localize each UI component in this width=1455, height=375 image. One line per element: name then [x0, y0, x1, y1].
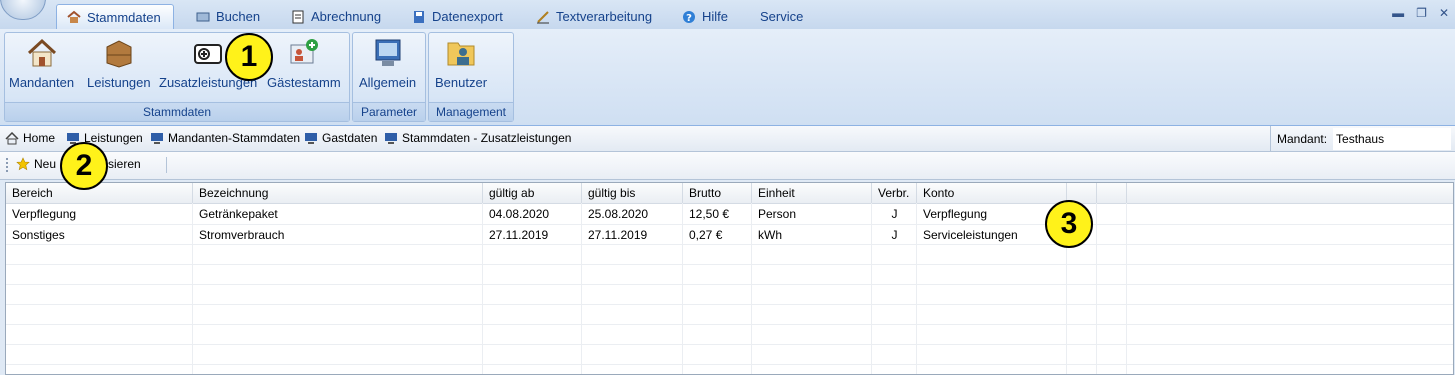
- cell-brutto: 0,27 €: [689, 228, 723, 242]
- cell-gueltig-ab: 04.08.2020: [489, 207, 550, 221]
- tab-stammdaten[interactable]: Stammdaten: [56, 4, 174, 29]
- cell-einheit: kWh: [758, 228, 782, 242]
- cell-bezeichnung: Stromverbrauch: [199, 228, 285, 242]
- add-guest-icon: [290, 39, 318, 64]
- menu-bar: Stammdaten Buchen Abrechnung Datenexport…: [0, 0, 1455, 30]
- house-icon: [5, 131, 19, 144]
- gaestestamm-button[interactable]: Gästestamm: [267, 37, 341, 99]
- window-controls: ▬ ❐ ✕: [1392, 6, 1449, 20]
- ribbon-group-stammdaten: Mandanten Leistungen Zusatzleistungen Gä…: [4, 32, 350, 122]
- tab-label: Buchen: [216, 9, 261, 24]
- breadcrumb: Home Leistungen Mandanten-Stammdaten Gas…: [0, 126, 1455, 152]
- ribbon: Mandanten Leistungen Zusatzleistungen Gä…: [0, 29, 1455, 126]
- house-icon: [27, 38, 56, 67]
- cell-bezeichnung: Getränkepaket: [199, 207, 278, 221]
- grid-line: [6, 304, 1453, 305]
- callout-3: 3: [1045, 200, 1093, 248]
- ribbon-group-management: Benutzer Management: [428, 32, 514, 122]
- cell-gueltig-ab: 27.11.2019: [489, 228, 549, 242]
- cell-verbr: J: [891, 207, 898, 221]
- tab-datenexport[interactable]: Datenexport: [402, 5, 513, 28]
- grid-line: [6, 364, 1453, 365]
- restore-icon[interactable]: ❐: [1416, 6, 1427, 20]
- cell-einheit: Person: [758, 207, 797, 221]
- grid-line: [6, 324, 1453, 325]
- callout-1: 1: [225, 33, 273, 81]
- ribbon-group-parameter: Allgemein Parameter: [352, 32, 426, 122]
- tab-label: Textverarbeitung: [556, 9, 653, 24]
- monitor-icon: [375, 39, 401, 66]
- monitor-icon: [151, 133, 163, 144]
- leistungen-button[interactable]: Leistungen: [87, 37, 151, 99]
- tab-service[interactable]: Service: [750, 5, 813, 28]
- help-icon: ?: [683, 10, 695, 24]
- cell-brutto: 12,50 €: [689, 207, 730, 221]
- tab-hilfe[interactable]: ? Hilfe: [672, 5, 738, 28]
- new-button[interactable]: Neu: [16, 157, 56, 171]
- data-grid: Bereich Bezeichnung gültig ab gültig bis…: [5, 182, 1454, 375]
- allgemein-button[interactable]: Allgemein: [359, 37, 416, 99]
- mandant-selector: Mandant: Testhaus: [1270, 126, 1452, 151]
- table-row[interactable]: Verpflegung Getränkepaket 04.08.2020 25.…: [6, 204, 1127, 224]
- benutzer-button[interactable]: Benutzer: [435, 37, 487, 99]
- star-icon: [16, 157, 30, 171]
- column-header[interactable]: gültig ab: [483, 183, 582, 203]
- breadcrumb-item-zusatzleistungen[interactable]: Stammdaten - Zusatzleistungen: [384, 131, 571, 145]
- tab-textverarbeitung[interactable]: Textverarbeitung: [526, 5, 662, 28]
- app-menu-button[interactable]: [0, 0, 46, 20]
- tab-label: Abrechnung: [311, 9, 382, 24]
- mandanten-button[interactable]: Mandanten: [9, 37, 74, 99]
- cell-bereich: Sonstiges: [12, 228, 65, 242]
- breadcrumb-item-home[interactable]: Home: [5, 131, 55, 145]
- cell-gueltig-bis: 25.08.2020: [588, 207, 649, 221]
- column-header[interactable]: Einheit: [752, 183, 872, 203]
- user-folder-icon: [447, 42, 475, 66]
- column-header[interactable]: Verbr.: [872, 183, 917, 203]
- export-icon: [414, 10, 424, 23]
- tab-abrechnung[interactable]: Abrechnung: [281, 5, 391, 28]
- grid-line: [6, 284, 1453, 285]
- group-label: Management: [429, 102, 513, 121]
- column-header[interactable]: Konto: [917, 183, 1067, 203]
- table-row[interactable]: Sonstiges Stromverbrauch 27.11.2019 27.1…: [6, 225, 1127, 245]
- mandant-dropdown[interactable]: Testhaus: [1333, 127, 1452, 150]
- tab-label: Service: [760, 9, 804, 24]
- tab-label: Datenexport: [432, 9, 503, 24]
- column-header[interactable]: Bereich: [6, 183, 193, 203]
- close-icon[interactable]: ✕: [1439, 6, 1449, 20]
- svg-text:?: ?: [686, 13, 692, 24]
- column-header[interactable]: Bezeichnung: [193, 183, 483, 203]
- house-icon: [67, 10, 81, 23]
- wallet-icon: [194, 44, 223, 64]
- pen-icon: [537, 10, 549, 23]
- mandant-label: Mandant:: [1277, 131, 1328, 146]
- booking-icon: [196, 12, 210, 21]
- group-label: Stammdaten: [5, 102, 349, 121]
- mandant-value: Testhaus: [1336, 131, 1385, 146]
- tab-buchen[interactable]: Buchen: [186, 5, 270, 28]
- toolbar: Neu Aktualisieren: [0, 152, 1455, 180]
- toolbar-grip[interactable]: [6, 158, 8, 172]
- grid-line: [6, 344, 1453, 345]
- drawer-icon: [106, 40, 132, 68]
- cell-verbr: J: [891, 228, 898, 242]
- cell-gueltig-bis: 27.11.2019: [588, 228, 648, 242]
- grid-line: [6, 264, 1453, 265]
- breadcrumb-item-mandanten-stammdaten[interactable]: Mandanten-Stammdaten: [150, 131, 300, 145]
- grid-header: Bereich Bezeichnung gültig ab gültig bis…: [6, 183, 1453, 204]
- tab-label: Stammdaten: [87, 9, 161, 25]
- breadcrumb-item-gastdaten[interactable]: Gastdaten: [304, 131, 377, 145]
- toolbar-separator: [166, 157, 167, 173]
- cell-bereich: Verpflegung: [12, 207, 77, 221]
- column-header[interactable]: gültig bis: [582, 183, 683, 203]
- minimize-icon[interactable]: ▬: [1392, 6, 1404, 20]
- column-header-empty[interactable]: [1097, 183, 1127, 203]
- column-header[interactable]: Brutto: [683, 183, 752, 203]
- monitor-icon: [385, 133, 397, 144]
- invoice-icon: [292, 10, 304, 23]
- callout-2: 2: [60, 142, 108, 190]
- tab-label: Hilfe: [702, 9, 729, 24]
- group-label: Parameter: [353, 102, 425, 121]
- monitor-icon: [305, 133, 317, 144]
